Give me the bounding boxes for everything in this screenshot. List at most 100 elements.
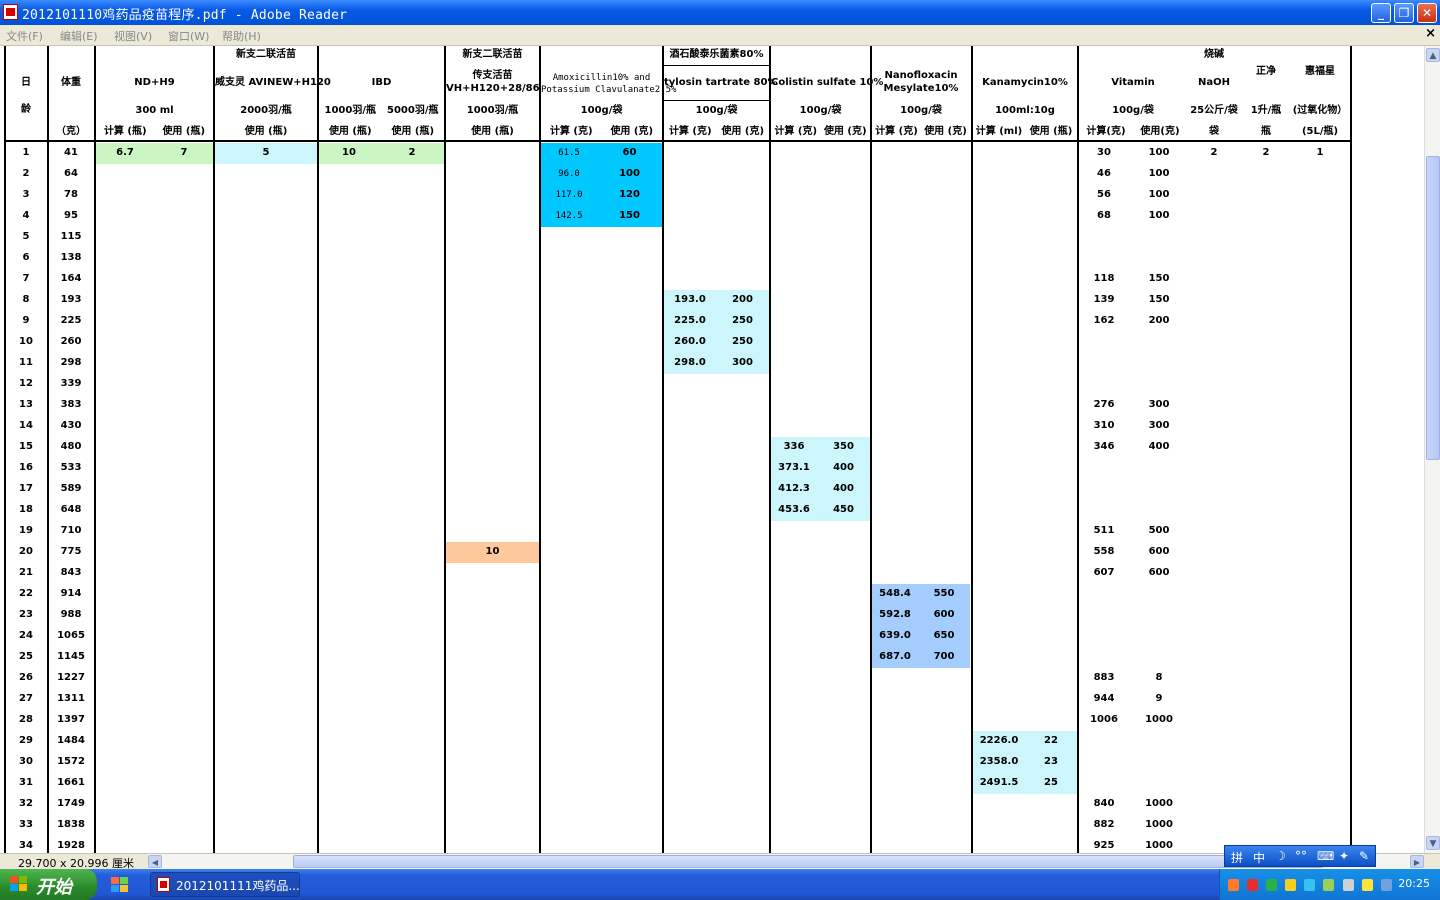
close-button[interactable]: ✕ [1417, 3, 1437, 23]
weight-cell: 1227 [57, 672, 85, 683]
menu-view[interactable]: 视图(V) [114, 28, 152, 44]
start-button[interactable]: 开始 [0, 869, 97, 900]
colistin-calc: 336 [783, 441, 805, 452]
tylosin-use: 250 [732, 315, 753, 326]
nano-calc: 639.0 [879, 630, 911, 641]
vitamin-calc: 607 [1093, 567, 1115, 578]
vitamin-use: 500 [1148, 525, 1170, 536]
vitamin-calc: 840 [1093, 798, 1115, 809]
menu-help[interactable]: 帮助(H) [222, 28, 261, 44]
scroll-right-icon[interactable]: ▶ [1410, 855, 1424, 868]
column-unit: 100g/袋 [580, 105, 623, 116]
quick-launch-icon[interactable] [110, 875, 130, 893]
vitamin-calc: 346 [1093, 441, 1115, 452]
amox-calc: 142.5 [555, 211, 583, 221]
amox-calc: 61.5 [558, 148, 580, 158]
weight-cell: 1749 [57, 798, 85, 809]
kana-use: 22 [1044, 735, 1058, 746]
nano-use: 550 [933, 588, 955, 599]
day-cell: 28 [19, 714, 33, 725]
vitamin-use: 150 [1148, 273, 1170, 284]
column-divider [662, 46, 664, 853]
vitamin-use: 100 [1148, 168, 1170, 179]
restore-button[interactable]: ❐ [1394, 3, 1414, 23]
tray-shield-icon[interactable] [1285, 879, 1297, 891]
vitamin-calc: 162 [1093, 315, 1115, 326]
tray-app-icon[interactable] [1228, 879, 1239, 891]
menu-edit[interactable]: 编辑(E) [60, 28, 98, 44]
ime-keyboard-icon[interactable]: ⌨ [1317, 849, 1334, 863]
tray-volume-icon[interactable] [1342, 879, 1354, 891]
day-cell: 27 [19, 693, 33, 704]
weight-cell: 260 [60, 336, 82, 347]
tray-security-icon[interactable] [1266, 879, 1278, 891]
nano-use: 650 [933, 630, 955, 641]
horizontal-scroll-thumb[interactable] [293, 855, 1323, 868]
tray-monitor-icon[interactable] [1380, 879, 1392, 891]
vitamin-use: 300 [1148, 399, 1170, 410]
ime-tools-icon[interactable]: ✎ [1359, 849, 1369, 863]
vertical-scrollbar[interactable]: ▲ ▼ [1424, 46, 1440, 853]
day-cell: 31 [19, 777, 33, 788]
column-subheader: 使用 (瓶) [391, 126, 435, 137]
weight-cell: 41 [64, 147, 78, 158]
tray-update-icon[interactable] [1304, 879, 1316, 891]
tray-network-icon[interactable] [1323, 879, 1335, 891]
column-unit: 1000羽/瓶 [324, 105, 376, 116]
scroll-up-icon[interactable]: ▲ [1426, 48, 1440, 62]
amox-calc: 96.0 [558, 169, 580, 179]
vitamin-use: 1000 [1145, 798, 1173, 809]
pdf-document-view[interactable]: 日龄 体重 （克） ND+H9 300 ml 计算 (瓶) 使用 (瓶) 新支二联活苗 威支灵 … [0, 46, 1424, 853]
column-name: ND+H9 [134, 77, 175, 88]
vitamin-use: 100 [1148, 189, 1170, 200]
colistin-use: 400 [833, 483, 854, 494]
ime-pinyin-icon[interactable]: 拼 [1231, 849, 1243, 866]
menu-window[interactable]: 窗口(W) [168, 28, 209, 44]
header-bottom-border [4, 140, 1352, 142]
scroll-left-icon[interactable]: ◀ [148, 855, 162, 868]
column-divider [213, 46, 215, 853]
tray-safe-remove-icon[interactable] [1361, 879, 1373, 891]
amox-use: 150 [619, 210, 640, 221]
day-cell: 22 [19, 588, 33, 599]
vitamin-use: 150 [1148, 294, 1170, 305]
day-cell: 17 [19, 483, 33, 494]
column-name: 正净 [1256, 66, 1276, 77]
ibd-1000-use: 10 [342, 147, 356, 158]
weight-cell: 1484 [57, 735, 85, 746]
scroll-down-icon[interactable]: ▼ [1426, 836, 1440, 850]
weight-cell: 1065 [57, 630, 85, 641]
vertical-scroll-thumb[interactable] [1426, 156, 1440, 460]
weight-cell: 533 [60, 462, 82, 473]
pdf-icon [157, 877, 170, 892]
column-subheader: 使用 (瓶) [1029, 126, 1073, 137]
avinew-use: 5 [262, 147, 270, 158]
nd-h9-use: 7 [180, 147, 188, 158]
minimize-button[interactable]: _ [1371, 3, 1391, 23]
menu-bar: 文件(F) 编辑(E) 视图(V) 窗口(W) 帮助(H) × [0, 25, 1440, 46]
title-bar[interactable]: 2012101110鸡药品疫苗程序.pdf - Adobe Reader _ ❐… [0, 0, 1440, 25]
tylosin-unit-divider [662, 100, 769, 101]
menu-file[interactable]: 文件(F) [6, 28, 43, 44]
vitamin-use: 9 [1155, 693, 1163, 704]
document-close-icon[interactable]: × [1425, 26, 1436, 41]
tray-qq-icon[interactable] [1247, 879, 1259, 891]
column-unit: 300 ml [135, 105, 174, 116]
kana-calc: 2491.5 [979, 777, 1019, 788]
column-divider [317, 46, 319, 853]
ime-chinese-mode[interactable]: 中 [1253, 849, 1265, 866]
colistin-calc: 453.6 [778, 504, 810, 515]
ime-toolbar[interactable]: 拼 中 ☽ °° ⌨ ✦ ✎ [1224, 845, 1376, 867]
taskbar-adobe-reader[interactable]: 2012101111鸡药品... [150, 872, 300, 897]
weight-cell: 138 [60, 252, 82, 263]
column-name-line2: VH+H120+28/86 [446, 83, 540, 94]
vitamin-use: 200 [1148, 315, 1170, 326]
column-subheader: 计算 (瓶) [103, 126, 147, 137]
vitamin-use: 100 [1148, 147, 1170, 158]
ime-halfwidth-icon[interactable]: ☽ [1275, 849, 1286, 863]
day-cell: 5 [22, 231, 30, 242]
vitamin-use: 1000 [1145, 819, 1173, 830]
ime-punctuation-icon[interactable]: °° [1295, 849, 1307, 863]
ime-skin-icon[interactable]: ✦ [1339, 849, 1349, 863]
system-tray: 20:25 [1219, 869, 1440, 900]
